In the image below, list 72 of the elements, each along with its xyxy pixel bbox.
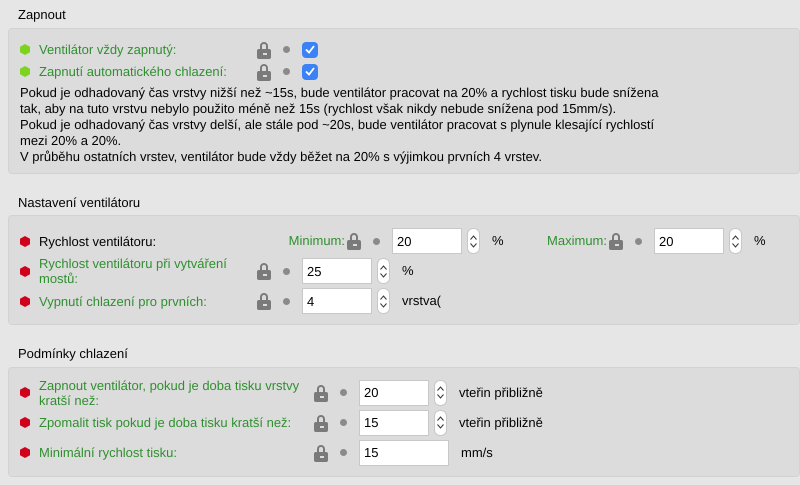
- stepper[interactable]: [377, 288, 390, 314]
- chevron-up-icon: [437, 416, 444, 421]
- lock-icon[interactable]: [257, 262, 271, 280]
- unit-label: %: [402, 262, 414, 280]
- unit-label: vteřin přibližně: [459, 384, 543, 402]
- unit-label: %: [754, 232, 766, 250]
- chevron-down-icon: [732, 242, 739, 248]
- stepper[interactable]: [434, 410, 447, 436]
- dot-icon[interactable]: [283, 68, 290, 75]
- checkbox[interactable]: [302, 64, 318, 80]
- option-label: Rychlost ventilátoru při vytváření mostů:: [39, 256, 228, 286]
- number-field[interactable]: 4: [302, 288, 372, 314]
- section-title: Podmínky chlazení: [18, 345, 128, 363]
- chevron-up-icon: [437, 386, 444, 391]
- number-field[interactable]: 25: [302, 258, 372, 284]
- stepper[interactable]: [434, 380, 447, 406]
- check-icon: [305, 67, 315, 76]
- lock-icon[interactable]: [257, 62, 271, 80]
- unit-label: vteřin přibližně: [459, 414, 543, 432]
- option-label: Minimální rychlost tisku:: [39, 445, 177, 460]
- description-line: V průběhu ostatních vrstev, ventilátor bude vždy běžet na 20% s výjimkou prvních 4 vrstev.: [20, 148, 543, 164]
- lock-icon[interactable]: [257, 40, 271, 58]
- dot-icon[interactable]: [635, 238, 642, 244]
- lock-icon[interactable]: [609, 232, 623, 250]
- stepper[interactable]: [729, 228, 742, 254]
- chevron-down-icon: [437, 394, 444, 399]
- option-label: Rychlost ventilátoru:: [39, 234, 156, 248]
- number-field[interactable]: 20: [654, 228, 724, 254]
- lock-icon[interactable]: [314, 384, 328, 402]
- stepper[interactable]: [377, 258, 390, 284]
- chevron-down-icon: [380, 302, 387, 308]
- chevron-up-icon: [380, 294, 387, 300]
- lock-icon[interactable]: [314, 414, 328, 432]
- stepper[interactable]: [467, 228, 480, 254]
- field-label: Minimum:: [288, 232, 346, 250]
- checkbox[interactable]: [302, 42, 318, 58]
- option-label: Zpomalit tisk pokud je doba tisku kratší než:: [39, 415, 292, 430]
- dot-icon[interactable]: [373, 238, 380, 244]
- number-field[interactable]: 15: [359, 440, 449, 466]
- number-field[interactable]: 20: [359, 380, 429, 406]
- check-icon: [305, 45, 315, 54]
- description-line: Pokud je odhadovaný čas vrstvy nižší než ~15s, bude ventilátor pracovat na 20% a rychlost tisku bude snížena: [20, 84, 660, 100]
- unit-label: %: [492, 232, 504, 250]
- option-label: Zapnutí automatického chlazení:: [39, 64, 227, 79]
- chevron-down-icon: [437, 424, 444, 429]
- description-line: Pokud je odhadovaný čas vrstvy delší, ale stále pod ~20s, bude ventilátor pracovat s plynule klesající rychlostí: [20, 116, 656, 132]
- lock-icon[interactable]: [314, 444, 328, 462]
- dot-icon[interactable]: [340, 419, 347, 426]
- unit-label: vrstva(: [402, 292, 441, 310]
- lock-icon[interactable]: [347, 232, 361, 250]
- chevron-down-icon: [470, 242, 477, 248]
- section-title: Nastavení ventilátoru: [18, 194, 140, 212]
- description-line: tak, aby na tuto vrstvu nebylo použito méně než 15s (rychlost však nikdy nebude snížena pod 15mm/s).: [20, 100, 618, 116]
- option-label: Vypnutí chlazení pro prvních:: [39, 294, 207, 308]
- dot-icon[interactable]: [340, 389, 347, 396]
- dot-icon[interactable]: [283, 268, 290, 274]
- option-label: Zapnout ventilátor, pokud je doba tisku vrstvy kratší než:: [39, 378, 300, 408]
- chevron-down-icon: [380, 272, 387, 278]
- chevron-up-icon: [732, 234, 739, 240]
- description-line: mezi 20% a 20%.: [20, 132, 122, 148]
- dot-icon[interactable]: [283, 298, 290, 304]
- lock-icon[interactable]: [257, 292, 271, 310]
- number-field[interactable]: 15: [359, 410, 429, 436]
- option-label: Ventilátor vždy zapnutý:: [39, 42, 176, 57]
- chevron-up-icon: [470, 234, 477, 240]
- dot-icon[interactable]: [340, 449, 347, 456]
- chevron-up-icon: [380, 264, 387, 270]
- number-field[interactable]: 20: [392, 228, 462, 254]
- field-label: Maximum:: [546, 232, 608, 250]
- dot-icon[interactable]: [283, 46, 290, 53]
- unit-label: mm/s: [461, 444, 493, 462]
- section-title: Zapnout: [18, 6, 66, 24]
